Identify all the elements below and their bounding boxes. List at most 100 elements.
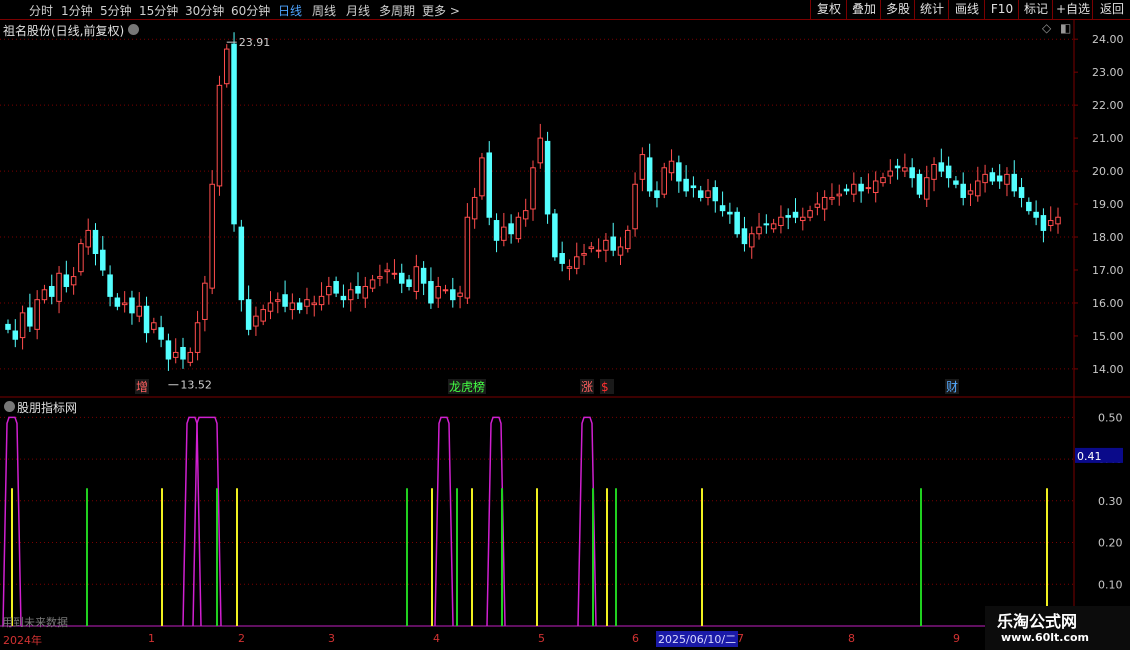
candle-body <box>1026 201 1032 212</box>
candle-body <box>486 152 493 218</box>
candle-body <box>129 297 135 314</box>
diamond-icon[interactable]: ◇ <box>1042 21 1051 35</box>
tab-intraday[interactable]: 分时 <box>29 2 53 19</box>
event-flag: 财 <box>946 380 958 394</box>
candle-body <box>690 185 697 189</box>
candle-body <box>136 305 143 317</box>
candle-body <box>610 236 616 251</box>
f10-button[interactable]: F10 <box>984 0 1019 19</box>
candle-body <box>275 299 281 302</box>
timeline-month-7: 7 <box>737 632 744 645</box>
candle-body <box>340 295 347 301</box>
candle-body <box>727 211 733 215</box>
tab-weekly[interactable]: 周线 <box>312 2 336 19</box>
candle-body <box>880 177 886 184</box>
tab-5min[interactable]: 5分钟 <box>100 2 132 19</box>
candle-body <box>872 180 879 194</box>
indicator-chart[interactable]: 0.500.400.300.200.100.41 <box>0 397 1130 630</box>
tab-30min[interactable]: 30分钟 <box>185 2 224 19</box>
candle-body <box>27 307 33 327</box>
candle-body <box>902 167 908 172</box>
candle-body <box>231 43 237 225</box>
candle-body <box>1047 220 1054 226</box>
tab-15min[interactable]: 15分钟 <box>139 2 178 19</box>
multi-stock-button[interactable]: 多股 <box>880 0 915 19</box>
candle-body <box>216 84 223 187</box>
tab-multi-period[interactable]: 多周期 <box>379 2 415 19</box>
candle-body <box>814 203 821 208</box>
watermark-url: www.60lt.com <box>1001 631 1090 644</box>
timeline-month-4: 4 <box>433 632 440 645</box>
timeline-month-5: 5 <box>538 632 545 645</box>
back-button[interactable]: 返回 <box>1092 0 1130 19</box>
candle-body <box>967 190 974 195</box>
candle-body <box>180 346 186 360</box>
tab-daily[interactable]: 日线 <box>278 2 302 19</box>
draw-line-button[interactable]: 画线 <box>948 0 985 19</box>
watermark: 乐淘公式网 www.60lt.com <box>985 606 1130 650</box>
timeline-month-2: 2 <box>238 632 245 645</box>
candle-body <box>668 160 675 174</box>
candle-body <box>661 167 668 195</box>
candle-body <box>712 187 719 202</box>
candle-body <box>1033 211 1039 218</box>
candle-body <box>296 302 303 311</box>
price-axis-label: 14.00 <box>1092 363 1124 376</box>
candle-body <box>530 167 536 210</box>
tab-1min[interactable]: 1分钟 <box>61 2 93 19</box>
panel-toggle-icon[interactable]: ◧ <box>1060 21 1071 35</box>
price-axis-label: 22.00 <box>1092 99 1124 112</box>
candle-body <box>347 289 354 301</box>
candle-body <box>632 183 638 230</box>
candle-body <box>676 162 682 182</box>
candle-body <box>369 279 376 289</box>
candle-body <box>960 183 966 198</box>
candle-body <box>654 190 660 198</box>
candlestick-chart[interactable]: 24.00 23.00 22.00 21.00 20.00 19.00 18.00 17.00… <box>0 20 1130 398</box>
price-axis-label: 21.00 <box>1092 132 1124 145</box>
candle-body <box>384 269 390 273</box>
timeline-month-9: 9 <box>953 632 960 645</box>
candle-body <box>245 299 252 330</box>
candle-body <box>588 246 595 250</box>
price-axis-label: 15.00 <box>1092 330 1124 343</box>
candle-body <box>741 228 748 245</box>
candle-body <box>931 163 937 180</box>
restore-rights-button[interactable]: 复权 <box>810 0 847 19</box>
candle-body <box>734 211 740 235</box>
indicator-dropdown-icon[interactable] <box>4 401 15 412</box>
candle-body <box>121 302 128 306</box>
overlay-button[interactable]: 叠加 <box>846 0 881 19</box>
price-panel: 24.00 23.00 22.00 21.00 20.00 19.00 18.00 17.00… <box>0 20 1130 398</box>
tab-monthly[interactable]: 月线 <box>346 2 370 19</box>
candle-body <box>537 137 544 164</box>
candle-body <box>566 266 573 269</box>
timeline-month-3: 3 <box>328 632 335 645</box>
candle-body <box>114 297 121 307</box>
candle-body <box>267 302 274 312</box>
candle-body <box>223 48 230 85</box>
candle-body <box>165 340 172 360</box>
add-favorite-button[interactable]: +自选 <box>1052 0 1093 19</box>
tab-more[interactable]: 更多 > <box>422 2 460 19</box>
candle-body <box>78 243 84 273</box>
candle-body <box>982 173 988 184</box>
purple-signal <box>434 416 454 627</box>
candle-body <box>377 276 383 279</box>
candle-body <box>1018 187 1025 198</box>
candle-body <box>953 180 959 185</box>
candle-body <box>923 177 930 200</box>
mark-button[interactable]: 标记 <box>1018 0 1053 19</box>
candle-body <box>785 215 791 218</box>
candle-body <box>515 216 522 240</box>
candle-body <box>938 162 945 172</box>
candle-body <box>945 165 952 179</box>
candle-body <box>19 312 26 339</box>
title-dropdown-icon[interactable] <box>128 24 139 35</box>
statistics-button[interactable]: 统计 <box>914 0 949 19</box>
candle-body <box>435 285 441 299</box>
candle-body <box>829 196 835 200</box>
candle-body <box>158 327 164 340</box>
tab-60min[interactable]: 60分钟 <box>231 2 270 19</box>
candle-body <box>1004 173 1010 185</box>
